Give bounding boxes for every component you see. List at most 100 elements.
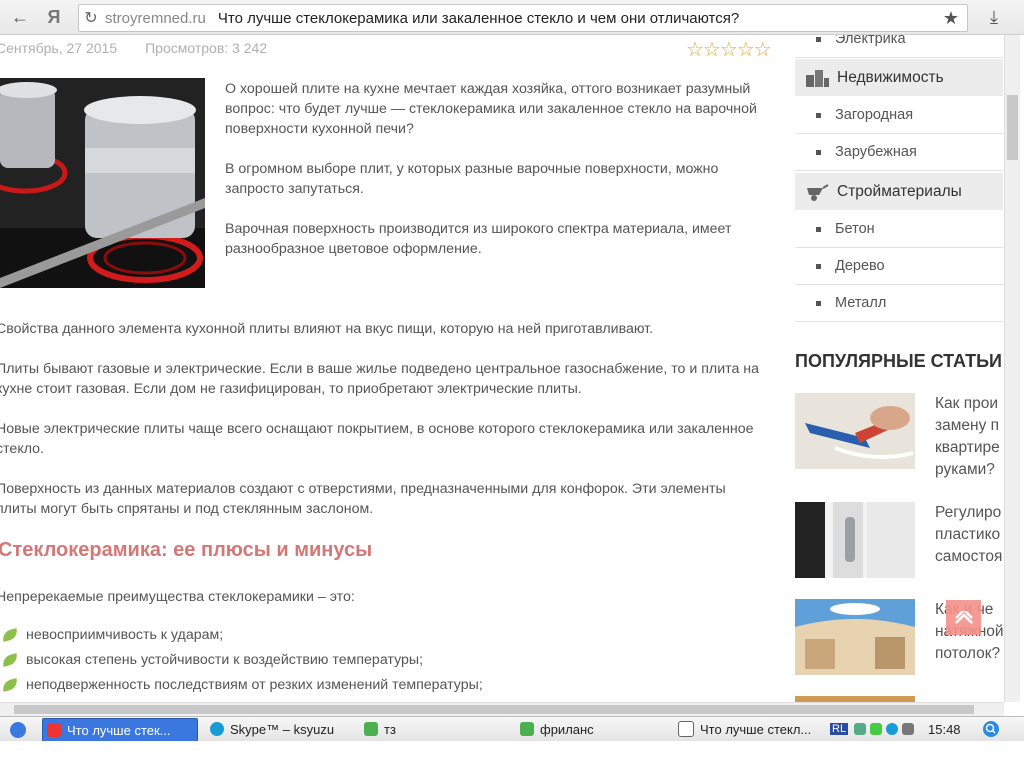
- list-item: невосприимчивость к ударам;: [0, 627, 223, 643]
- body-paragraph: Новые электрические плиты чаще всего осн…: [0, 421, 754, 457]
- scroll-to-top-button[interactable]: [946, 600, 981, 635]
- article-title-line[interactable]: самостоя: [935, 546, 1006, 568]
- start-button[interactable]: [8, 718, 38, 740]
- section-intro: Непререкаемые преимущества стеклокерамик…: [0, 589, 355, 605]
- sidebar-item-zagorodnaya[interactable]: Загородная: [795, 97, 1003, 134]
- yandex-logo-icon[interactable]: Я: [42, 5, 66, 29]
- horizontal-scrollbar[interactable]: [0, 702, 1004, 717]
- task-freelance[interactable]: фриланс: [516, 718, 666, 740]
- cooktop-pots-image: [0, 78, 205, 288]
- article-thumbnail[interactable]: [795, 599, 915, 675]
- sidebar-category-stroymaterialy[interactable]: Стройматериалы: [795, 173, 1003, 210]
- article-title-line[interactable]: пластико: [935, 524, 1006, 546]
- popular-article[interactable]: Регулиро пластико самостоя: [795, 502, 1005, 588]
- task-tz[interactable]: тз: [360, 718, 500, 740]
- back-arrow-icon[interactable]: ←: [8, 5, 32, 29]
- volume-icon[interactable]: [902, 723, 915, 735]
- star-icon[interactable]: ☆: [754, 39, 772, 61]
- square-bullet-icon: [816, 300, 821, 306]
- square-bullet-icon: [816, 226, 821, 232]
- bookmark-star-icon[interactable]: ★: [943, 8, 959, 29]
- article-title-line[interactable]: Как прои: [935, 393, 1006, 415]
- article-title-line[interactable]: руками?: [935, 459, 1006, 481]
- article-title-line[interactable]: квартире: [935, 437, 1006, 459]
- sidebar-item-label: Дерево: [835, 258, 885, 274]
- star-icon[interactable]: ☆: [703, 39, 721, 61]
- article-title-line[interactable]: Регулиро: [935, 502, 1006, 524]
- sidebar-item-derevo[interactable]: Дерево: [795, 248, 1003, 285]
- vertical-scrollbar[interactable]: [1004, 35, 1020, 702]
- task-label: Что лучше стек...: [67, 722, 171, 738]
- sidebar-category-label: Недвижимость: [837, 68, 944, 86]
- scrollbar-thumb[interactable]: [1007, 95, 1018, 160]
- article-title[interactable]: Регулиро пластико самостоя: [935, 502, 1006, 568]
- article-date: Сентябрь, 27 2015: [0, 40, 118, 56]
- sidebar-item-beton[interactable]: Бетон: [795, 211, 1003, 248]
- intro-paragraph-2: В огромном выборе плит, у которых разные…: [225, 161, 719, 197]
- star-icon[interactable]: ☆: [737, 39, 755, 61]
- square-bullet-icon: [816, 112, 821, 118]
- yandex-browser-icon: [47, 723, 61, 737]
- rating-stars[interactable]: ☆☆☆☆☆: [686, 37, 772, 62]
- article-title-line[interactable]: замену п: [935, 415, 1006, 437]
- sidebar-category-nedvizhimost[interactable]: Недвижимость: [795, 59, 1003, 96]
- browser-toolbar: ← Я ↻ stroyremned.ru Что лучше стеклокер…: [0, 0, 1024, 35]
- document-icon: [678, 721, 694, 737]
- sidebar-item-metall[interactable]: Металл: [795, 285, 1003, 322]
- sidebar-item-zarubezhnaya[interactable]: Зарубежная: [795, 134, 1003, 171]
- skype-icon: [210, 722, 224, 736]
- star-icon[interactable]: ☆: [720, 39, 738, 61]
- sidebar-item-label: Электрика: [835, 35, 906, 47]
- chevron-up-icon: [954, 610, 973, 624]
- system-tray: RL: [830, 718, 940, 740]
- popular-articles-heading: ПОПУЛЯРНЫЕ СТАТЬИ: [795, 351, 1002, 371]
- list-item-text: неподверженность последствиям от резких …: [26, 677, 483, 693]
- task-label: фриланс: [540, 721, 594, 737]
- url-host: stroyremned.ru: [105, 9, 206, 27]
- refresh-icon[interactable]: ↻: [79, 8, 103, 28]
- page-viewport: Сентябрь, 27 2015 Просмотров: 3 242 ☆☆☆☆☆…: [0, 35, 1006, 702]
- skype-tray-icon[interactable]: [886, 723, 899, 735]
- wheelbarrow-icon: [807, 183, 829, 201]
- article-title-line[interactable]: потолок?: [935, 643, 1006, 665]
- article-meta: Сентябрь, 27 2015 Просмотров: 3 242: [0, 40, 267, 56]
- list-item: высокая степень устойчивости к воздейств…: [0, 652, 424, 668]
- task-skype[interactable]: Skype™ – ksyuzu: [206, 718, 356, 740]
- leaf-bullet-icon: [0, 678, 20, 692]
- taskbar: Что лучше стек... Skype™ – ksyuzu тз фри…: [0, 716, 1024, 742]
- article-title[interactable]: Как прои замену п квартире руками?: [935, 393, 1006, 481]
- sidebar-item-label: Металл: [835, 295, 887, 311]
- square-bullet-icon: [816, 263, 821, 269]
- language-indicator[interactable]: RL: [830, 723, 849, 735]
- sidebar-item-label: Загородная: [835, 107, 914, 123]
- clock[interactable]: 15:48: [928, 718, 961, 740]
- star-icon[interactable]: ☆: [686, 39, 704, 61]
- network-icon[interactable]: [854, 723, 867, 735]
- task-browser[interactable]: Что лучше стек...: [42, 718, 198, 742]
- address-bar[interactable]: ↻ stroyremned.ru Что лучше стеклокерамик…: [78, 4, 968, 32]
- stretch-ceiling-image: [795, 599, 915, 675]
- sidebar-item-elektrika[interactable]: Электрика: [795, 35, 1003, 58]
- notes-icon: [520, 722, 534, 736]
- sidebar-item-label: Бетон: [835, 221, 875, 237]
- task-document[interactable]: Что лучше стекл...: [674, 718, 820, 740]
- search-button[interactable]: [982, 718, 1002, 740]
- task-label: Что лучше стекл...: [700, 721, 812, 737]
- body-paragraph: Поверхность из данных материалов создают…: [0, 481, 726, 517]
- square-bullet-icon: [816, 36, 821, 42]
- list-item-text: высокая степень устойчивости к воздейств…: [26, 652, 424, 668]
- download-icon[interactable]: ⤓: [982, 5, 1006, 29]
- task-label: тз: [384, 721, 396, 737]
- intro-paragraph-3: Варочная поверхность производится из шир…: [225, 221, 732, 257]
- popular-article[interactable]: Как прои замену п квартире руками?: [795, 393, 1005, 479]
- article-thumbnail[interactable]: [795, 393, 915, 469]
- body-paragraph: Плиты бывают газовые и электрические. Ес…: [0, 361, 760, 397]
- scrollbar-thumb[interactable]: [14, 705, 974, 714]
- page-title: Что лучше стеклокерамика или закаленное …: [217, 9, 740, 27]
- section-heading: Стеклокерамика: ее плюсы и минусы: [0, 539, 373, 561]
- apple-logo-icon: [10, 722, 26, 738]
- sidebar-category-label: Стройматериалы: [837, 182, 962, 200]
- task-label: Skype™ – ksyuzu: [230, 721, 335, 737]
- security-icon[interactable]: [870, 723, 883, 735]
- article-thumbnail[interactable]: [795, 502, 915, 578]
